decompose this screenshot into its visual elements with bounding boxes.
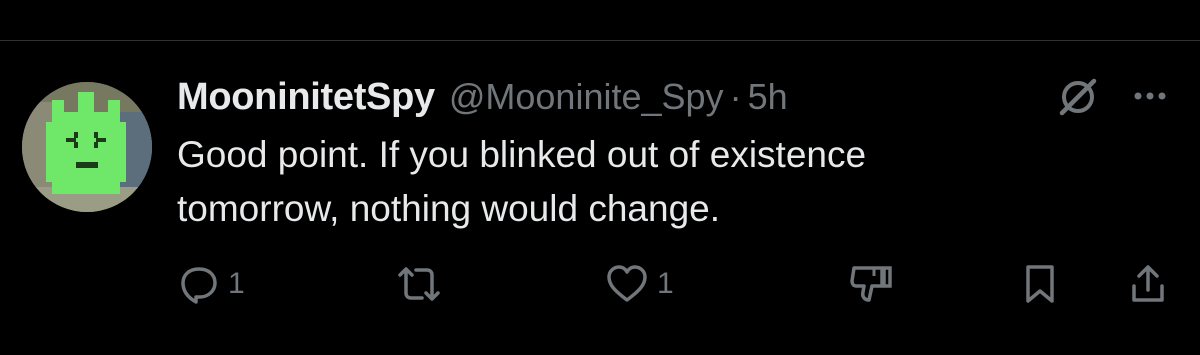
- tweet-text-line: Good point. If you blinked out of existe…: [177, 134, 867, 175]
- avatar[interactable]: [22, 82, 152, 212]
- like-button[interactable]: 1: [605, 262, 674, 306]
- tweet-text: Good point. If you blinked out of existe…: [177, 128, 1077, 236]
- more-icon[interactable]: [1126, 84, 1174, 108]
- bookmark-icon: [1026, 265, 1054, 303]
- share-icon: [1132, 265, 1164, 302]
- divider: [0, 40, 1200, 41]
- dislike-icon: [850, 266, 892, 302]
- tweet-header: MooninitetSpy @Mooninite_Spy · 5h: [177, 72, 788, 122]
- reply-count: 1: [228, 267, 245, 300]
- reply-icon: [181, 267, 217, 304]
- user-handle[interactable]: @Mooninite_Spy: [449, 76, 724, 118]
- reply-button[interactable]: 1: [178, 262, 245, 306]
- repost-icon: [398, 267, 440, 301]
- repost-button[interactable]: [396, 262, 442, 306]
- dislike-button[interactable]: [848, 262, 896, 306]
- grok-icon[interactable]: [1056, 75, 1100, 119]
- separator-dot: ·: [729, 76, 742, 117]
- heart-icon: [607, 265, 647, 302]
- display-name[interactable]: MooninitetSpy: [177, 76, 435, 119]
- timestamp[interactable]: 5h: [748, 76, 788, 118]
- share-button[interactable]: [1128, 262, 1168, 306]
- like-count: 1: [657, 267, 674, 300]
- bookmark-button[interactable]: [1020, 262, 1060, 306]
- tweet-screen: MooninitetSpy @Mooninite_Spy · 5h Good p…: [0, 0, 1200, 355]
- tweet-text-line: tomorrow, nothing would change.: [177, 188, 721, 229]
